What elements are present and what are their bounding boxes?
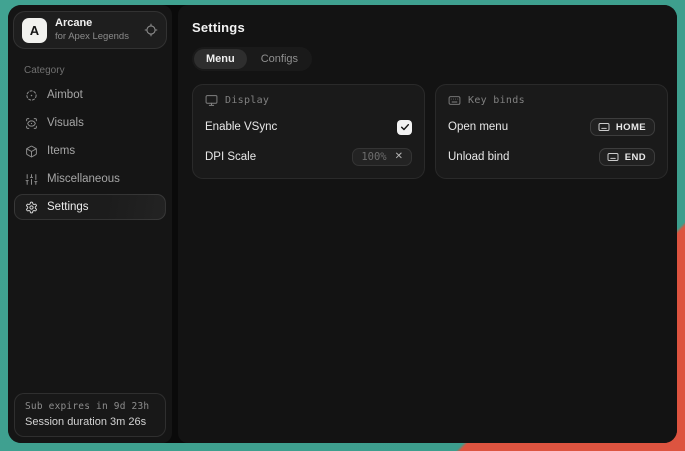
app-window: A Arcane for Apex Legends Category <box>8 5 677 443</box>
unload-bind-label: Unload bind <box>448 151 509 163</box>
open-menu-row: Open menu HOME <box>448 117 655 137</box>
session-duration-text: Session duration 3m 26s <box>25 416 155 428</box>
clear-icon[interactable]: ✕ <box>395 152 403 162</box>
package-icon <box>25 145 38 158</box>
app-name: Arcane <box>55 17 136 30</box>
sidebar-item-items[interactable]: Items <box>14 138 166 164</box>
main-panel: Settings Menu Configs Display <box>178 5 677 443</box>
monitor-icon <box>205 94 218 107</box>
app-subtitle: for Apex Legends <box>55 31 136 42</box>
category-label: Category <box>24 65 172 76</box>
vsync-row: Enable VSync <box>205 117 412 137</box>
page-title: Settings <box>192 20 668 35</box>
keyboard-icon <box>607 151 619 163</box>
dpi-scale-input[interactable]: 100% ✕ <box>352 148 412 166</box>
keybind-value: HOME <box>616 122 646 133</box>
unload-bind-row: Unload bind END <box>448 147 655 167</box>
gear-icon <box>25 201 38 214</box>
sidebar-item-visuals[interactable]: Visuals <box>14 110 166 136</box>
app-title-block: Arcane for Apex Legends <box>55 17 136 43</box>
sidebar-item-label: Settings <box>47 201 89 213</box>
keybind-value: END <box>625 152 646 163</box>
dpi-scale-label: DPI Scale <box>205 151 256 163</box>
tab-menu[interactable]: Menu <box>194 49 247 69</box>
checkmark-icon <box>400 122 410 132</box>
open-menu-label: Open menu <box>448 121 508 133</box>
subscription-info-card: Sub expires in 9d 23h Session duration 3… <box>14 393 166 437</box>
sliders-icon <box>25 173 38 186</box>
dpi-scale-row: DPI Scale 100% ✕ <box>205 147 412 167</box>
open-menu-keybind-button[interactable]: HOME <box>590 118 655 136</box>
sidebar-item-label: Aimbot <box>47 89 83 101</box>
keybinds-card-title: Key binds <box>468 95 525 106</box>
sidebar: A Arcane for Apex Legends Category <box>8 5 172 443</box>
crosshair-icon[interactable] <box>144 23 158 37</box>
keyboard-icon <box>448 94 461 107</box>
scan-eye-icon <box>25 117 38 130</box>
app-header-card: A Arcane for Apex Legends <box>13 11 167 49</box>
sidebar-nav: Aimbot Visuals <box>8 82 172 222</box>
tab-configs[interactable]: Configs <box>249 49 310 69</box>
vsync-label: Enable VSync <box>205 121 277 133</box>
keybinds-card: Key binds Open menu HOME <box>435 84 668 179</box>
settings-cards: Display Enable VSync DPI Scale 100% ✕ <box>192 84 668 179</box>
sidebar-item-label: Visuals <box>47 117 84 129</box>
unload-keybind-button[interactable]: END <box>599 148 655 166</box>
sidebar-item-settings[interactable]: Settings <box>14 194 166 220</box>
vsync-checkbox[interactable] <box>397 120 412 135</box>
sub-expiry-text: Sub expires in 9d 23h <box>25 401 155 412</box>
keybinds-card-header: Key binds <box>448 94 655 107</box>
display-card-header: Display <box>205 94 412 107</box>
sidebar-item-miscellaneous[interactable]: Miscellaneous <box>14 166 166 192</box>
display-card-title: Display <box>225 95 269 106</box>
display-card: Display Enable VSync DPI Scale 100% ✕ <box>192 84 425 179</box>
app-logo: A <box>22 18 47 43</box>
tab-bar: Menu Configs <box>192 47 312 71</box>
sidebar-item-label: Items <box>47 145 75 157</box>
sidebar-item-label: Miscellaneous <box>47 173 120 185</box>
crosshair-scan-icon <box>25 89 38 102</box>
keyboard-icon <box>598 121 610 133</box>
sidebar-item-aimbot[interactable]: Aimbot <box>14 82 166 108</box>
dpi-scale-value: 100% <box>361 151 386 163</box>
